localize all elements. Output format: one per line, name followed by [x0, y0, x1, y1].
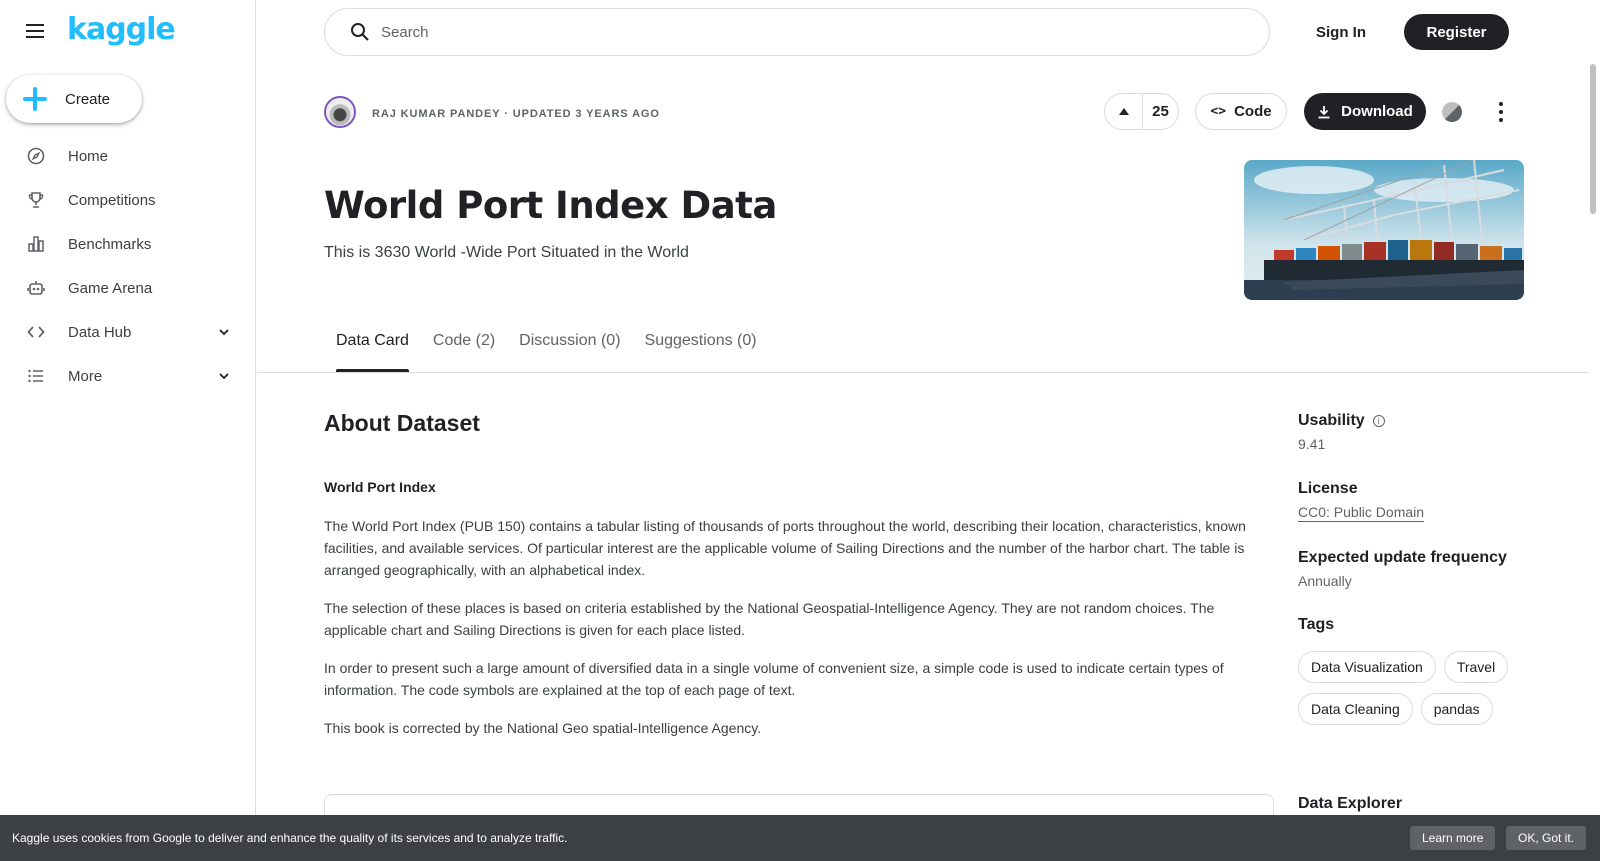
trophy-icon — [26, 190, 46, 210]
menu-icon[interactable] — [24, 20, 48, 44]
dataset-cover-image — [1244, 160, 1524, 300]
search-icon — [349, 21, 371, 43]
sidebar-nav: Home Competitions Benchmarks Game Arena … — [0, 134, 256, 398]
sidebar-item-label: Home — [68, 147, 109, 165]
vote-group: 25 — [1104, 93, 1179, 130]
compass-icon — [26, 146, 46, 166]
license-heading: License — [1298, 480, 1358, 497]
kaggle-logo[interactable]: kaggle — [67, 12, 176, 47]
sidebar-item-label: Competitions — [68, 191, 156, 209]
create-label: Create — [65, 90, 111, 108]
tab-bar: Data Card Code (2) Discussion (0) Sugges… — [336, 332, 781, 373]
robot-icon — [26, 278, 46, 298]
vote-count[interactable]: 25 — [1143, 103, 1178, 120]
plus-icon — [23, 87, 47, 111]
tab-divider — [257, 372, 1589, 373]
code-icon — [26, 322, 46, 342]
download-button[interactable]: Download — [1304, 93, 1426, 130]
avatar[interactable] — [324, 96, 356, 128]
about-paragraph: The selection of these places is based o… — [324, 600, 1215, 638]
sidebar-item-home[interactable]: Home — [0, 134, 256, 178]
tab-code[interactable]: Code (2) — [433, 332, 495, 372]
sidebar-item-label: Benchmarks — [68, 235, 152, 253]
more-options-icon[interactable] — [1496, 100, 1506, 124]
page-title: World Port Index Data — [324, 184, 777, 227]
info-icon[interactable]: i — [1372, 414, 1385, 427]
usability-label: Usability — [1298, 412, 1365, 429]
page-subtitle: This is 3630 World -Wide Port Situated i… — [324, 244, 689, 261]
tag-chip[interactable]: pandas — [1420, 693, 1493, 725]
sidebar-item-competitions[interactable]: Competitions — [0, 178, 256, 222]
scrollbar[interactable] — [1590, 64, 1596, 214]
sidebar-item-label: Data Hub — [68, 323, 132, 341]
tag-list: Data Visualization Travel Data Cleaning … — [1298, 651, 1558, 725]
usability-value: 9.41 — [1298, 436, 1326, 452]
sidebar-item-benchmarks[interactable]: Benchmarks — [0, 222, 256, 266]
sidebar: kaggle Create Home Competitions Benchmar… — [0, 0, 256, 861]
list-icon — [26, 366, 46, 386]
tab-discussion[interactable]: Discussion (0) — [519, 332, 620, 372]
code-button[interactable]: <> Code — [1195, 93, 1287, 130]
download-button-label: Download — [1341, 103, 1413, 120]
sidebar-item-game-arena[interactable]: Game Arena — [0, 266, 256, 310]
arrow-up-icon — [1118, 108, 1129, 115]
sign-in-button[interactable]: Sign In — [1308, 20, 1374, 45]
code-icon: <> — [1210, 104, 1227, 119]
tab-suggestions[interactable]: Suggestions (0) — [645, 332, 757, 372]
sidebar-item-data-hub[interactable]: Data Hub — [0, 310, 256, 354]
upvote-button[interactable] — [1105, 94, 1143, 129]
about-subheading: World Port Index — [324, 479, 436, 495]
learn-more-button[interactable]: Learn more — [1410, 826, 1496, 850]
frequency-value: Annually — [1298, 573, 1352, 589]
license-link[interactable]: CC0: Public Domain — [1298, 504, 1425, 522]
about-paragraph: In order to present such a large amount … — [324, 660, 1224, 698]
chevron-down-icon[interactable] — [216, 324, 232, 340]
search-input[interactable] — [381, 23, 1181, 41]
frequency-heading: Expected update frequency — [1298, 549, 1507, 566]
register-button[interactable]: Register — [1404, 14, 1509, 50]
sidebar-item-more[interactable]: More — [0, 354, 256, 398]
create-button[interactable]: Create — [6, 75, 142, 123]
cookie-banner: Kaggle uses cookies from Google to deliv… — [0, 815, 1600, 861]
theme-toggle-icon[interactable] — [1442, 102, 1462, 122]
about-paragraph: This book is corrected by the National G… — [324, 720, 762, 736]
search-bar[interactable] — [324, 8, 1270, 56]
usability-heading: Usability i — [1298, 412, 1385, 430]
tag-chip[interactable]: Data Cleaning — [1298, 693, 1413, 725]
about-paragraph: The World Port Index (PUB 150) contains … — [324, 518, 1246, 578]
author-line: RAJ KUMAR PANDEY · UPDATED 3 YEARS AGO — [372, 108, 660, 120]
about-heading: About Dataset — [324, 410, 480, 436]
data-explorer-heading: Data Explorer — [1298, 795, 1403, 812]
tag-chip[interactable]: Data Visualization — [1298, 651, 1436, 683]
sidebar-item-label: More — [68, 367, 103, 385]
tag-chip[interactable]: Travel — [1443, 651, 1509, 683]
download-icon — [1317, 105, 1331, 119]
bar-chart-icon — [26, 234, 46, 254]
code-button-label: Code — [1234, 103, 1272, 120]
sidebar-item-label: Game Arena — [68, 279, 153, 297]
license-value: CC0: Public Domain — [1298, 504, 1425, 522]
tab-data-card[interactable]: Data Card — [336, 332, 409, 373]
ok-got-it-button[interactable]: OK, Got it. — [1506, 826, 1587, 850]
cookie-text: Kaggle uses cookies from Google to deliv… — [12, 831, 568, 845]
chevron-down-icon[interactable] — [216, 368, 232, 384]
tags-heading: Tags — [1298, 616, 1335, 633]
